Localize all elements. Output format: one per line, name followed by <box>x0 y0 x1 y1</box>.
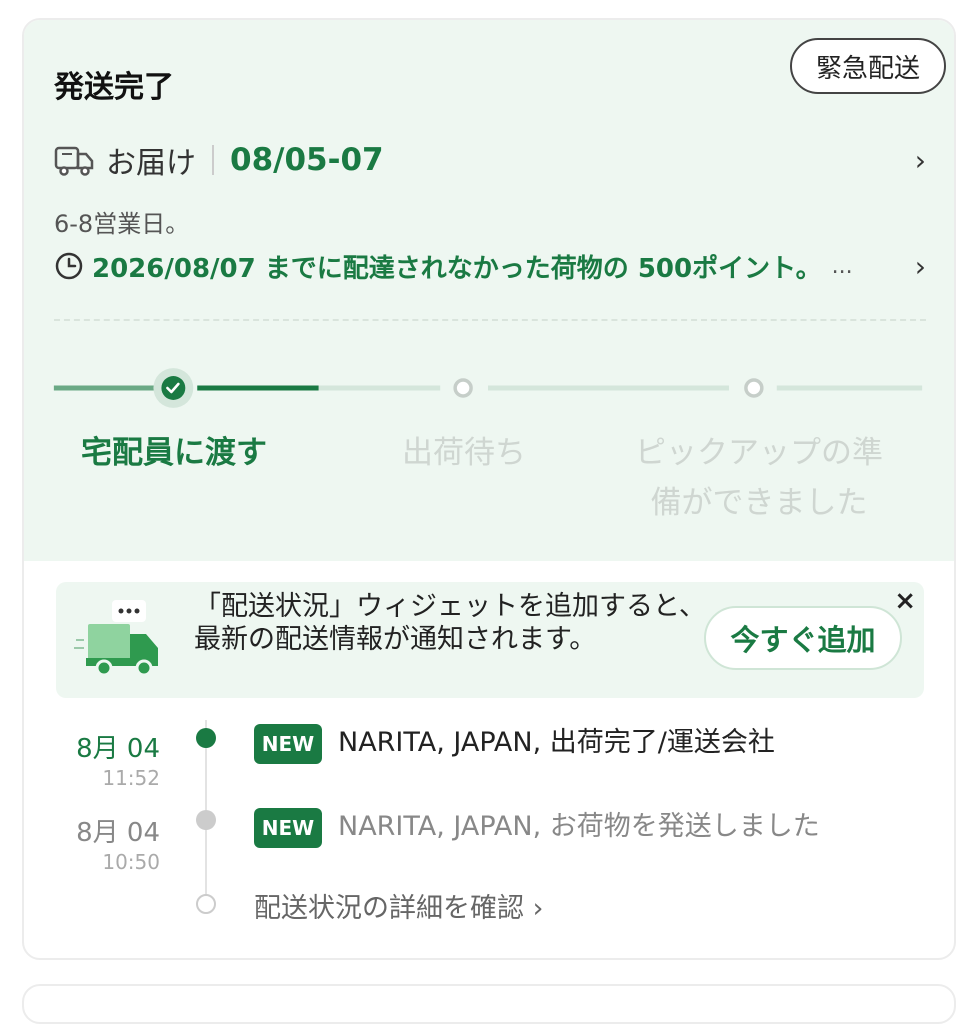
delivery-promise-row[interactable]: 2026/08/07 までに配達されなかった荷物の 500ポイント。 ... › <box>54 248 934 284</box>
close-icon[interactable]: × <box>894 586 916 616</box>
event-date: 8月 04 <box>76 818 160 848</box>
delivery-estimate-row[interactable]: お届け 08/05-07 › <box>54 138 934 182</box>
progress-track <box>53 368 923 408</box>
separator <box>212 145 214 175</box>
status-title: 発送完了 <box>54 70 174 105</box>
stage-2-label: 出荷待ち <box>402 435 526 471</box>
stage-3-label-line: ピックアップの準 <box>635 435 883 471</box>
ellipsis: ... <box>831 253 853 279</box>
urgent-delivery-button[interactable]: 緊急配送 <box>790 38 946 94</box>
business-days: 6-8営業日。 <box>54 210 190 238</box>
event-text: NARITA, JAPAN, 出荷完了/運送会社 <box>338 727 775 758</box>
chevron-right-icon: › <box>914 249 926 283</box>
widget-promo-banner: 「配送状況」ウィジェットを追加すると、最新の配送情報が通知されます。 今すぐ追加… <box>56 582 924 698</box>
event-dot-active <box>196 728 216 748</box>
stage-3-dot <box>744 378 764 398</box>
view-tracking-details-link[interactable]: 配送状況の詳細を確認 › <box>254 886 543 925</box>
delivery-date: 08/05-07 <box>230 142 384 178</box>
new-badge: NEW <box>254 808 322 848</box>
new-badge: NEW <box>254 724 322 764</box>
event-dot <box>196 810 216 830</box>
details-dot <box>196 894 216 914</box>
event-date: 8月 04 <box>76 734 160 764</box>
shipping-status-card: 発送完了 緊急配送 お届け 08/05-07 › 6-8営業日。 2026/08… <box>22 18 956 960</box>
shipping-summary-panel: 発送完了 緊急配送 お届け 08/05-07 › 6-8営業日。 2026/08… <box>24 20 954 561</box>
chevron-right-icon: › <box>914 143 926 177</box>
event-time: 10:50 <box>102 850 160 874</box>
clock-icon <box>55 252 83 280</box>
delivery-truck-illustration-icon <box>74 600 158 677</box>
divider <box>54 319 926 321</box>
widget-promo-text: 「配送状況」ウィジェットを追加すると、最新の配送情報が通知されます。 <box>194 591 706 655</box>
stage-3-label: ピックアップの準 備ができました <box>604 428 914 528</box>
truck-icon <box>54 146 94 176</box>
stage-3-label-line: 備ができました <box>650 485 868 521</box>
add-widget-button[interactable]: 今すぐ追加 <box>704 606 902 670</box>
delivery-label: お届け <box>106 146 196 181</box>
stage-2-dot <box>453 378 473 398</box>
next-card <box>22 984 956 1024</box>
delivery-promise-text: 2026/08/07 までに配達されなかった荷物の 500ポイント。 <box>92 253 822 284</box>
event-time: 11:52 <box>102 766 160 790</box>
stage-1-label: 宅配員に渡す <box>81 435 267 471</box>
event-text: NARITA, JAPAN, お荷物を発送しました <box>338 811 820 842</box>
